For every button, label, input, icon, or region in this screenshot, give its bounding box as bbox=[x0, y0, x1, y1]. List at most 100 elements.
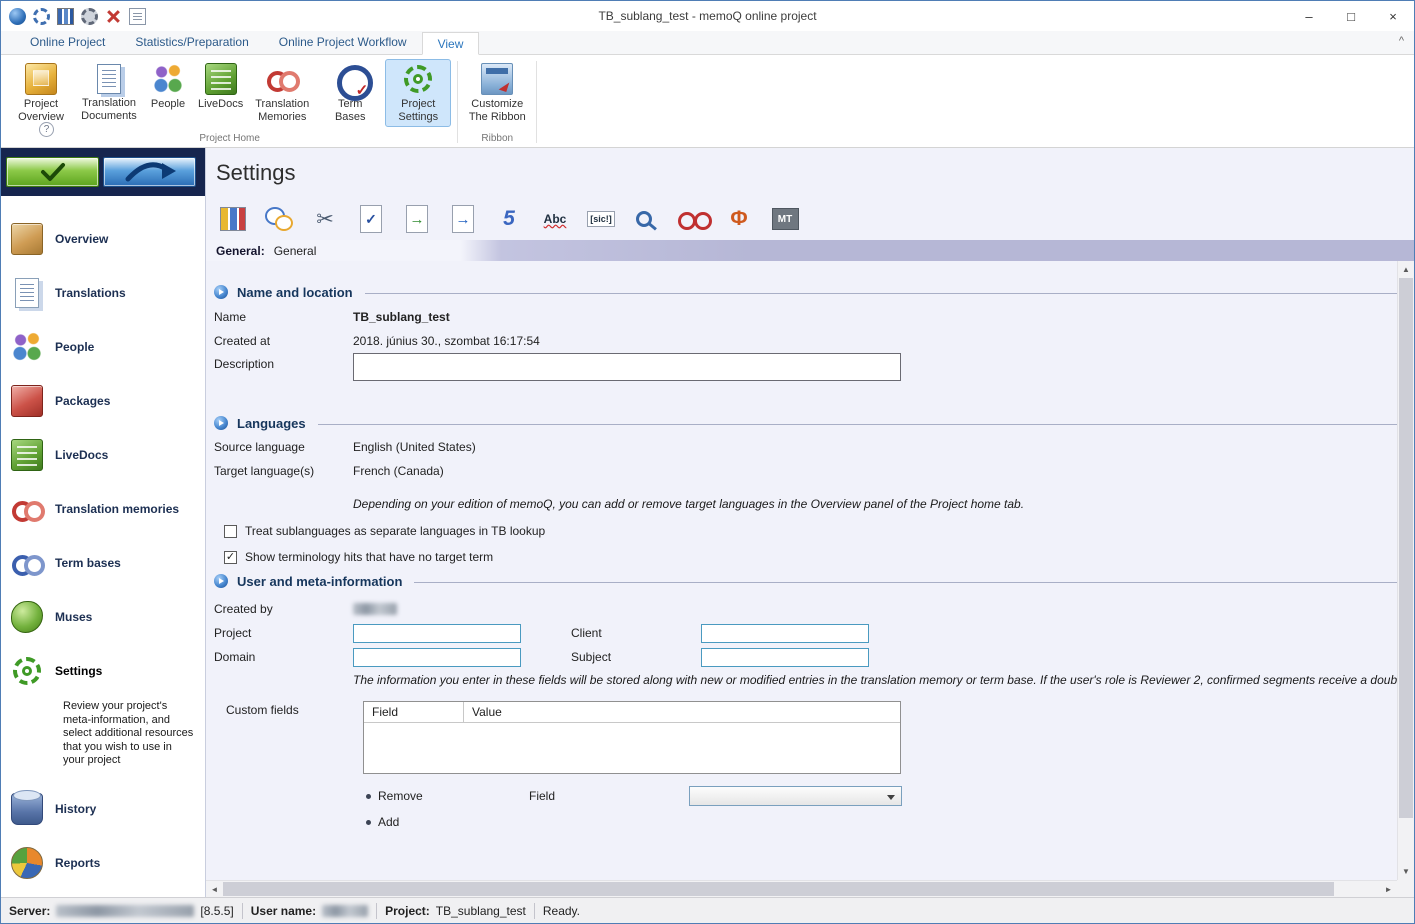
vertical-scrollbar[interactable]: ▲ ▼ bbox=[1397, 261, 1414, 880]
settings-tab-export[interactable]: → bbox=[400, 202, 434, 236]
scroll-left-icon[interactable]: ◄ bbox=[206, 881, 223, 898]
sidebar-item-settings[interactable]: Settings bbox=[1, 644, 205, 698]
tab-online-project[interactable]: Online Project bbox=[15, 31, 120, 54]
project-settings-button[interactable]: Project Settings bbox=[385, 59, 451, 127]
help-icon[interactable]: ? bbox=[39, 122, 54, 137]
sidebar-item-term-bases[interactable]: Term bases bbox=[1, 536, 205, 590]
languages-note: Depending on your edition of memoQ, you … bbox=[353, 497, 1414, 511]
collapse-ribbon-icon[interactable]: ^ bbox=[1399, 35, 1404, 47]
section-expander-icon[interactable] bbox=[214, 416, 228, 430]
settings-tab-import[interactable]: → bbox=[446, 202, 480, 236]
title-bar: TB_sublang_test - memoQ online project –… bbox=[1, 1, 1414, 31]
scroll-up-icon[interactable]: ▲ bbox=[1398, 261, 1414, 278]
custom-fields-table[interactable]: Field Value bbox=[363, 701, 901, 774]
gear-icon[interactable] bbox=[33, 8, 50, 25]
translation-memories-button[interactable]: Translation Memories bbox=[249, 59, 315, 127]
add-button[interactable]: Add bbox=[366, 815, 529, 829]
sidebar-item-overview[interactable]: Overview bbox=[1, 212, 205, 266]
books-icon[interactable] bbox=[57, 8, 74, 25]
settings-tab-fonts[interactable]: Φ bbox=[722, 202, 756, 236]
target-language-label: Target language(s) bbox=[214, 464, 353, 478]
created-at-row: Created at 2018. június 30., szombat 16:… bbox=[214, 329, 1414, 353]
maximize-button[interactable]: □ bbox=[1330, 2, 1372, 31]
check-icon bbox=[40, 162, 66, 182]
livedocs-button[interactable]: LiveDocs bbox=[194, 59, 247, 114]
minimize-button[interactable]: – bbox=[1288, 2, 1330, 31]
translation-documents-button[interactable]: Translation Documents bbox=[76, 59, 142, 126]
tools-icon[interactable] bbox=[105, 8, 122, 25]
forward-arrow-button[interactable] bbox=[103, 157, 196, 187]
settings-tab-segmentation[interactable]: ✂ bbox=[308, 202, 342, 236]
section-expander-icon[interactable] bbox=[214, 574, 228, 588]
settings-tab-spelling[interactable]: Abc bbox=[538, 202, 572, 236]
remove-button[interactable]: Remove bbox=[366, 789, 529, 803]
description-row: Description bbox=[214, 353, 1414, 387]
section-expander-icon[interactable] bbox=[214, 285, 228, 299]
sidebar-item-history[interactable]: History bbox=[1, 782, 205, 836]
close-button[interactable]: × bbox=[1372, 2, 1414, 31]
field-column-header: Field bbox=[364, 702, 464, 722]
livedocs-icon bbox=[11, 439, 43, 471]
description-input[interactable] bbox=[353, 353, 901, 381]
people-button[interactable]: People bbox=[144, 59, 192, 114]
memoq-app-icon[interactable] bbox=[9, 8, 26, 25]
tab-online-project-workflow[interactable]: Online Project Workflow bbox=[264, 31, 422, 54]
sidebar-item-muses[interactable]: Muses bbox=[1, 590, 205, 644]
settings-tab-mt[interactable]: MT bbox=[768, 202, 802, 236]
gears-icon[interactable] bbox=[81, 8, 98, 25]
page-title: Settings bbox=[206, 148, 1414, 198]
custom-fields-row: Custom fields Field Value bbox=[214, 701, 1414, 774]
settings-tab-proofing[interactable] bbox=[676, 202, 710, 236]
ribbon-group-label-project-home: Project Home bbox=[7, 132, 452, 147]
settings-tab-qa[interactable]: ✓ bbox=[354, 202, 388, 236]
settings-tab-lookup[interactable] bbox=[630, 202, 664, 236]
name-row: Name TB_sublang_test bbox=[214, 305, 1414, 329]
custom-fields-header: Field Value bbox=[364, 702, 900, 723]
settings-tab-autotranslation[interactable]: 5 bbox=[492, 202, 526, 236]
sidebar-item-packages[interactable]: Packages bbox=[1, 374, 205, 428]
ready-status: Ready. bbox=[543, 904, 580, 918]
term-bases-button[interactable]: Term Bases bbox=[317, 59, 383, 127]
scissors-icon: ✂ bbox=[316, 207, 334, 232]
sidebar-nav: Overview Translations People Packages Li… bbox=[1, 196, 205, 890]
target-language-value: French (Canada) bbox=[353, 464, 444, 478]
domain-input[interactable] bbox=[353, 648, 521, 667]
vertical-scrollbar-thumb[interactable] bbox=[1399, 278, 1413, 818]
settings-tab-communication[interactable] bbox=[262, 202, 296, 236]
sidebar-item-livedocs[interactable]: LiveDocs bbox=[1, 428, 205, 482]
ribbon-group-ribbon: Customize The Ribbon Ribbon bbox=[463, 57, 531, 147]
sidebar-item-reports[interactable]: Reports bbox=[1, 836, 205, 890]
translation-memories-icon bbox=[11, 493, 43, 525]
horizontal-scrollbar[interactable]: ◄ ► bbox=[206, 880, 1397, 897]
tab-statistics-preparation[interactable]: Statistics/Preparation bbox=[120, 31, 263, 54]
sublanguages-checkbox[interactable] bbox=[224, 525, 237, 538]
customize-ribbon-button[interactable]: Customize The Ribbon bbox=[464, 59, 530, 127]
source-language-row: Source language English (United States) bbox=[214, 435, 1414, 459]
history-icon bbox=[11, 793, 43, 825]
tab-view[interactable]: View bbox=[422, 32, 480, 55]
settings-tab-resources[interactable] bbox=[216, 202, 250, 236]
confirm-check-button[interactable] bbox=[6, 157, 99, 187]
subject-input[interactable] bbox=[701, 648, 869, 667]
qa-checkmark-icon: ✓ bbox=[360, 205, 382, 233]
translations-icon bbox=[15, 278, 39, 308]
scroll-down-icon[interactable]: ▼ bbox=[1398, 863, 1414, 880]
settings-tab-nontranslatables[interactable]: [sic!] bbox=[584, 202, 618, 236]
source-language-label: Source language bbox=[214, 440, 353, 454]
project-input[interactable] bbox=[353, 624, 521, 643]
project-overview-button[interactable]: Project Overview bbox=[8, 59, 74, 127]
horizontal-scrollbar-track[interactable] bbox=[223, 881, 1380, 897]
value-column-header: Value bbox=[464, 705, 502, 719]
custom-field-select[interactable] bbox=[689, 786, 902, 806]
scroll-right-icon[interactable]: ► bbox=[1380, 881, 1397, 898]
document-icon[interactable] bbox=[129, 8, 146, 25]
category-label: General: bbox=[216, 244, 265, 258]
sidebar-item-translation-memories[interactable]: Translation memories bbox=[1, 482, 205, 536]
quick-access-toolbar bbox=[1, 8, 146, 25]
horizontal-scrollbar-thumb[interactable] bbox=[223, 882, 1334, 896]
sidebar-item-translations[interactable]: Translations bbox=[1, 266, 205, 320]
termhits-checkbox[interactable]: ✓ bbox=[224, 551, 237, 564]
bullet-icon bbox=[366, 820, 371, 825]
client-input[interactable] bbox=[701, 624, 869, 643]
sidebar-item-people[interactable]: People bbox=[1, 320, 205, 374]
